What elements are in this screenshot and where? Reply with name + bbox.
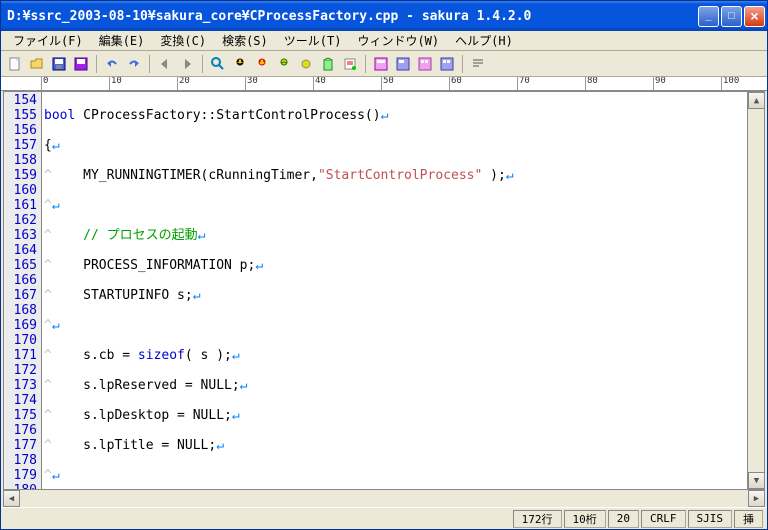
grep-icon[interactable] xyxy=(318,54,338,74)
status-encoding: SJIS xyxy=(688,510,733,528)
menu-file[interactable]: ファイル(F) xyxy=(5,30,91,51)
status-col: 10桁 xyxy=(564,510,606,528)
ruler: 0 10 20 30 40 50 60 70 80 90 100 xyxy=(1,77,767,91)
scroll-track[interactable] xyxy=(20,490,748,507)
forward-icon[interactable] xyxy=(177,54,197,74)
code-area[interactable]: bool CProcessFactory::StartControlProces… xyxy=(42,92,747,489)
maximize-button[interactable]: □ xyxy=(721,6,742,27)
titlebar: D:¥ssrc_2003-08-10¥sakura_core¥CProcessF… xyxy=(1,1,767,31)
scroll-right-icon[interactable]: ▶ xyxy=(748,490,765,507)
menubar: ファイル(F) 編集(E) 変換(C) 検索(S) ツール(T) ウィンドウ(W… xyxy=(1,31,767,51)
common-config-icon[interactable] xyxy=(393,54,413,74)
menu-convert[interactable]: 変換(C) xyxy=(152,30,214,51)
minimize-button[interactable]: _ xyxy=(698,6,719,27)
color-config-icon[interactable] xyxy=(415,54,435,74)
menu-edit[interactable]: 編集(E) xyxy=(91,30,153,51)
search-next-icon[interactable] xyxy=(230,54,250,74)
status-insert-mode: 挿 xyxy=(734,510,763,528)
menu-search[interactable]: 検索(S) xyxy=(214,30,276,51)
search-icon[interactable] xyxy=(208,54,228,74)
close-button[interactable]: × xyxy=(744,6,765,27)
redo-icon[interactable] xyxy=(124,54,144,74)
menu-tool[interactable]: ツール(T) xyxy=(276,30,350,51)
toolbar-separator xyxy=(96,55,97,73)
back-icon[interactable] xyxy=(155,54,175,74)
open-file-icon[interactable] xyxy=(27,54,47,74)
toolbar-separator xyxy=(149,55,150,73)
editor-area: 154155156157 158159160161 162163164165 1… xyxy=(3,91,765,490)
status-line: 172行 xyxy=(513,510,562,528)
window-title: D:¥ssrc_2003-08-10¥sakura_core¥CProcessF… xyxy=(7,9,698,24)
menu-help[interactable]: ヘルプ(H) xyxy=(447,30,521,51)
status-crlf: CRLF xyxy=(641,510,686,528)
line-number-gutter: 154155156157 158159160161 162163164165 1… xyxy=(4,92,42,489)
type-config-icon[interactable] xyxy=(371,54,391,74)
window-buttons: _ □ × xyxy=(698,6,765,27)
status-sel: 20 xyxy=(608,510,639,528)
vertical-scrollbar[interactable]: ▲ ▼ xyxy=(747,92,764,489)
outline-icon[interactable] xyxy=(340,54,360,74)
new-file-icon[interactable] xyxy=(5,54,25,74)
toolbar-separator xyxy=(202,55,203,73)
scroll-track[interactable] xyxy=(748,109,764,472)
toolbar xyxy=(1,51,767,77)
menu-window[interactable]: ウィンドウ(W) xyxy=(349,30,447,51)
replace-icon[interactable] xyxy=(274,54,294,74)
font-config-icon[interactable] xyxy=(437,54,457,74)
scroll-left-icon[interactable]: ◀ xyxy=(3,490,20,507)
app-window: D:¥ssrc_2003-08-10¥sakura_core¥CProcessF… xyxy=(0,0,768,530)
save-icon[interactable] xyxy=(49,54,69,74)
wrap-icon[interactable] xyxy=(468,54,488,74)
toolbar-separator xyxy=(462,55,463,73)
mark-icon[interactable] xyxy=(296,54,316,74)
scroll-up-icon[interactable]: ▲ xyxy=(748,92,765,109)
scroll-down-icon[interactable]: ▼ xyxy=(748,472,765,489)
undo-icon[interactable] xyxy=(102,54,122,74)
horizontal-scrollbar[interactable]: ◀ ▶ xyxy=(3,490,765,507)
save-all-icon[interactable] xyxy=(71,54,91,74)
search-prev-icon[interactable] xyxy=(252,54,272,74)
statusbar: 172行 10桁 20 CRLF SJIS 挿 xyxy=(1,507,767,529)
toolbar-separator xyxy=(365,55,366,73)
